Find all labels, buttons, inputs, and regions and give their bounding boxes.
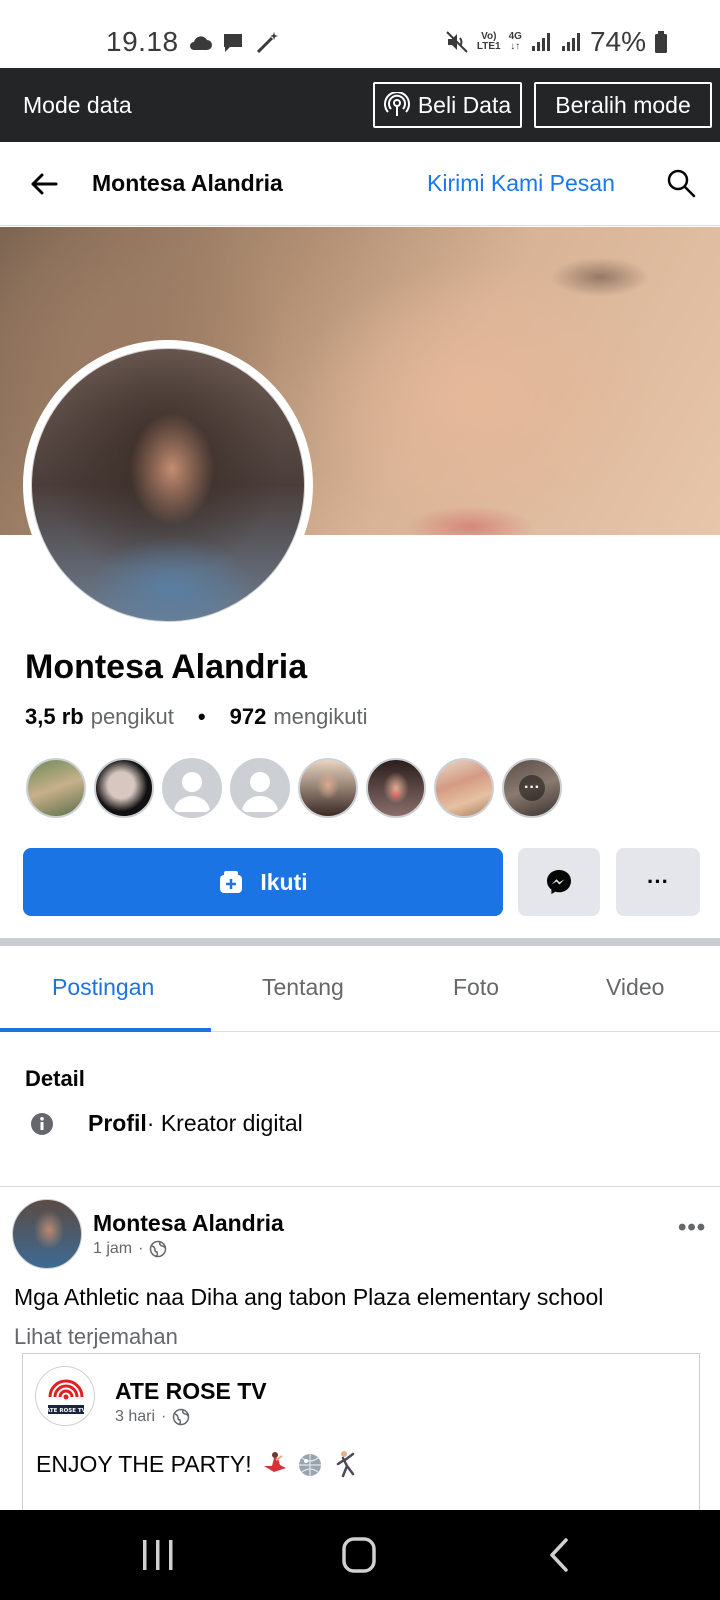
tab-about[interactable]: Tentang bbox=[262, 974, 344, 1001]
send-message-link[interactable]: Kirimi Kami Pesan bbox=[427, 170, 615, 197]
meta-separator: · bbox=[138, 1240, 144, 1257]
profile-tabs: Postingan Tentang Foto Video bbox=[0, 946, 720, 1032]
detail-profile-row: Profil · Kreator digital bbox=[30, 1110, 303, 1137]
dancer-emoji-icon bbox=[263, 1452, 286, 1472]
stats-separator: • bbox=[197, 704, 206, 729]
default-user-icon bbox=[242, 772, 278, 812]
more-options-button[interactable]: ··· bbox=[616, 848, 700, 916]
follower-avatar[interactable] bbox=[162, 758, 222, 818]
status-time: 19.18 bbox=[106, 26, 179, 57]
shared-author-name[interactable]: ATE ROSE TV bbox=[115, 1378, 267, 1405]
profile-picture[interactable] bbox=[31, 348, 305, 622]
follower-avatar[interactable] bbox=[298, 758, 358, 818]
mute-icon bbox=[446, 31, 468, 53]
post-options-icon[interactable]: ••• bbox=[678, 1214, 706, 1242]
follow-icon bbox=[220, 871, 243, 893]
following-label[interactable]: mengikuti bbox=[273, 704, 367, 730]
battery-icon bbox=[655, 31, 667, 53]
default-user-icon bbox=[174, 772, 210, 812]
chat-icon bbox=[224, 34, 242, 52]
active-tab-indicator bbox=[0, 1028, 211, 1032]
data-arrows-icon: ↓↑ bbox=[510, 41, 521, 52]
detail-profile-value: · Kreator digital bbox=[146, 1110, 303, 1136]
shared-post-text: ENJOY THE PARTY! bbox=[36, 1450, 252, 1477]
followers-preview: ··· bbox=[26, 758, 562, 818]
logo-text: ATE ROSE TV bbox=[46, 1408, 87, 1414]
tab-posts[interactable]: Postingan bbox=[52, 974, 154, 1001]
broadcast-icon bbox=[383, 92, 410, 116]
broadcast-logo-icon: ATE ROSE TV bbox=[46, 1379, 87, 1414]
post-meta: 1 jam · bbox=[93, 1240, 167, 1258]
data-mode-label: Mode data bbox=[23, 92, 132, 118]
switch-mode-button[interactable]: Beralih mode bbox=[534, 82, 712, 128]
mirror-ball-emoji-icon bbox=[298, 1454, 321, 1476]
status-bar: 19.18 Vo) LTE1 4G ↓↑ 74% bbox=[0, 0, 720, 68]
section-divider bbox=[0, 938, 720, 946]
network-4g-indicator: 4G ↓↑ bbox=[508, 31, 522, 52]
see-all-followers[interactable]: ··· bbox=[502, 758, 562, 818]
details-heading: Detail bbox=[25, 1066, 85, 1091]
more-dots-icon: ··· bbox=[519, 775, 545, 801]
meta-separator: · bbox=[161, 1408, 167, 1425]
buy-data-button[interactable]: Beli Data bbox=[373, 82, 522, 128]
follower-avatar[interactable] bbox=[434, 758, 494, 818]
messenger-button[interactable] bbox=[518, 848, 600, 916]
followers-count[interactable]: 3,5 rb bbox=[25, 704, 84, 730]
info-icon bbox=[31, 1112, 53, 1135]
tab-photos[interactable]: Foto bbox=[453, 974, 499, 1001]
header-title: Montesa Alandria bbox=[92, 170, 283, 196]
switch-mode-label: Beralih mode bbox=[555, 91, 691, 118]
shared-post[interactable]: ATE ROSE TV ATE ROSE TV 3 hari · ENJOY T… bbox=[22, 1353, 700, 1513]
top-navigation: Montesa Alandria Kirimi Kami Pesan bbox=[0, 142, 720, 226]
follow-stats: 3,5 rb pengikut • 972 mengikuti bbox=[25, 704, 367, 730]
data-mode-bar: Mode data Beli Data Beralih mode bbox=[0, 68, 720, 142]
magic-wand-icon bbox=[256, 32, 278, 54]
follower-avatar[interactable] bbox=[230, 758, 290, 818]
globe-icon bbox=[173, 1408, 190, 1426]
divider bbox=[0, 1186, 720, 1187]
system-navigation-bar bbox=[0, 1510, 720, 1600]
shared-post-meta: 3 hari · bbox=[115, 1408, 190, 1426]
status-icons-right: Vo) LTE1 4G ↓↑ 74% bbox=[445, 26, 668, 58]
followers-label[interactable]: pengikut bbox=[91, 704, 174, 730]
post-author-avatar[interactable] bbox=[12, 1199, 82, 1269]
messenger-icon bbox=[547, 870, 571, 894]
battery-percent: 74% bbox=[589, 26, 646, 57]
signal-icon bbox=[531, 33, 550, 51]
shared-post-time[interactable]: 3 hari bbox=[115, 1408, 155, 1426]
signal-icon-2 bbox=[561, 33, 580, 51]
back-icon[interactable] bbox=[536, 1532, 586, 1578]
home-icon[interactable] bbox=[334, 1532, 384, 1578]
profile-picture-frame bbox=[23, 340, 313, 630]
cloud-icon bbox=[190, 36, 212, 50]
post-author-name[interactable]: Montesa Alandria bbox=[93, 1210, 284, 1237]
buy-data-label: Beli Data bbox=[417, 91, 512, 118]
follow-label: Ikuti bbox=[260, 868, 308, 895]
status-icons-left bbox=[188, 30, 280, 56]
man-dancing-emoji-icon bbox=[336, 1451, 354, 1478]
back-arrow-icon[interactable] bbox=[26, 166, 62, 202]
detail-profile-label: Profil bbox=[88, 1110, 147, 1136]
tab-videos[interactable]: Video bbox=[606, 974, 664, 1001]
follow-button[interactable]: Ikuti bbox=[23, 848, 503, 916]
follower-avatar[interactable] bbox=[94, 758, 154, 818]
following-count[interactable]: 972 bbox=[230, 704, 267, 730]
follower-avatar[interactable] bbox=[366, 758, 426, 818]
search-icon[interactable] bbox=[664, 166, 698, 200]
follower-avatar[interactable] bbox=[26, 758, 86, 818]
see-translation-link[interactable]: Lihat terjemahan bbox=[14, 1324, 178, 1350]
volte-indicator: Vo) LTE1 bbox=[476, 31, 501, 52]
recent-apps-icon[interactable] bbox=[133, 1532, 183, 1578]
post-text: Mga Athletic naa Diha ang tabon Plaza el… bbox=[14, 1284, 604, 1310]
post-time[interactable]: 1 jam bbox=[93, 1240, 132, 1258]
profile-name: Montesa Alandria bbox=[25, 648, 308, 686]
shared-post-text-row: ENJOY THE PARTY! bbox=[36, 1450, 360, 1478]
ate-rose-tv-logo[interactable]: ATE ROSE TV bbox=[35, 1366, 95, 1426]
globe-icon bbox=[150, 1240, 167, 1258]
